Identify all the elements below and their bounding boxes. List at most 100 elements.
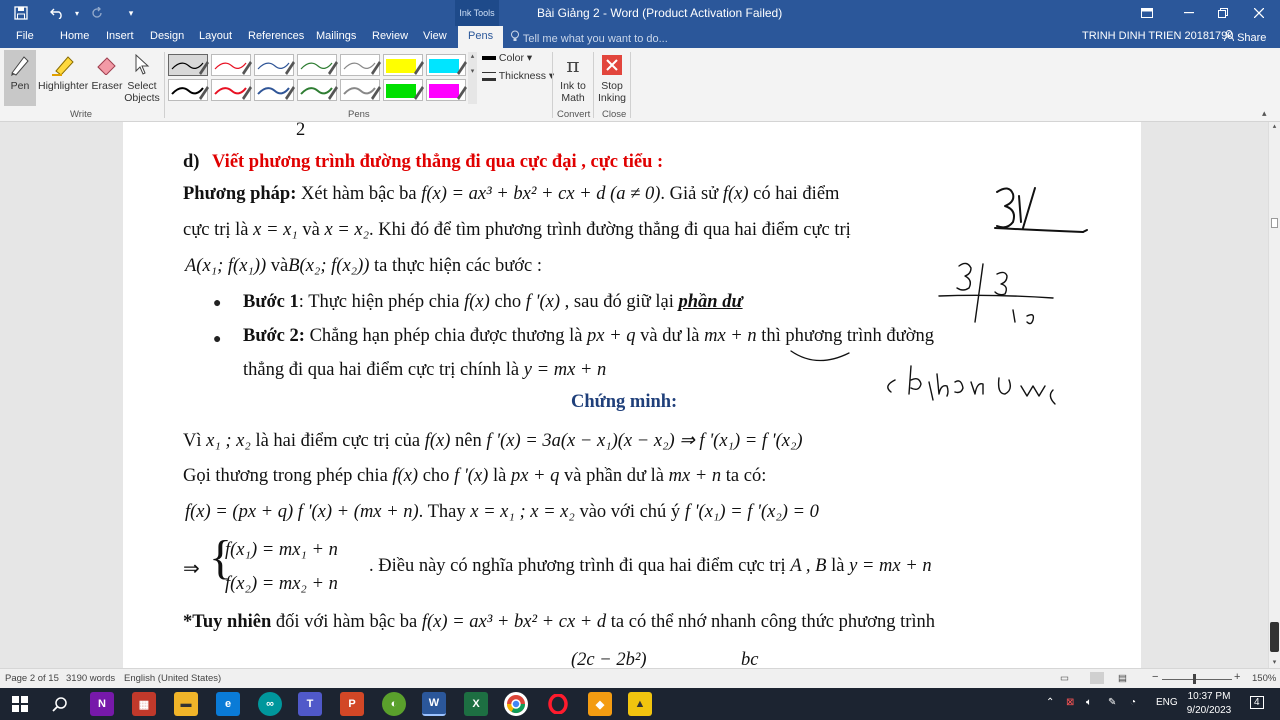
- pen-swatch[interactable]: [340, 54, 381, 76]
- word-count[interactable]: 3190 words: [66, 673, 115, 684]
- zoom-out-icon[interactable]: −: [1152, 671, 1158, 683]
- undo-icon[interactable]: [46, 4, 68, 22]
- search-icon[interactable]: [48, 692, 72, 716]
- language-indicator[interactable]: English (United States): [124, 673, 221, 684]
- system-eq-1: f(x₁) = mx₁ + n: [225, 540, 338, 560]
- step2-mn: mx + n: [704, 326, 757, 346]
- handwritten-ink-annotations[interactable]: [783, 182, 1141, 422]
- goi-pq: px + q: [510, 466, 560, 486]
- print-layout-icon[interactable]: [1090, 672, 1104, 684]
- show-hidden-icons[interactable]: ⌃: [1046, 697, 1054, 708]
- tab-view[interactable]: View: [423, 30, 447, 42]
- volume-icon[interactable]: 🔈︎: [1086, 697, 1092, 708]
- handwritten-underline-arc[interactable]: [787, 347, 857, 367]
- close-icon[interactable]: [1242, 0, 1276, 26]
- excel-icon[interactable]: X: [464, 692, 488, 716]
- pen-swatch[interactable]: [426, 79, 467, 101]
- pen-swatch[interactable]: [383, 54, 424, 76]
- customize-quick-access-icon[interactable]: ▾: [120, 4, 142, 22]
- app-grid-icon[interactable]: ▦: [132, 692, 156, 716]
- lightbulb-icon: [510, 30, 523, 45]
- minimize-icon[interactable]: [1172, 0, 1206, 26]
- pen-swatch[interactable]: [297, 79, 338, 101]
- zoom-slider-track[interactable]: [1162, 679, 1232, 680]
- read-mode-icon[interactable]: ▤: [1118, 673, 1127, 684]
- pen-tray-icon[interactable]: ✎: [1108, 697, 1116, 708]
- scroll-up-icon[interactable]: ▴: [1269, 122, 1280, 130]
- pen-swatch[interactable]: [297, 54, 338, 76]
- tab-mailings[interactable]: Mailings: [316, 30, 356, 42]
- word-icon[interactable]: W: [422, 692, 446, 716]
- vertical-scrollbar[interactable]: ▴ ▾: [1268, 122, 1280, 668]
- file-explorer-icon[interactable]: ▬: [174, 692, 198, 716]
- highlighter-tool-button[interactable]: Highlighter: [38, 50, 88, 106]
- onenote-icon[interactable]: N: [90, 692, 114, 716]
- line2-text-b: . Khi đó để tìm phương trình đường thẳng…: [369, 220, 851, 240]
- pen-tool-button[interactable]: Pen: [4, 50, 36, 106]
- pen-swatch[interactable]: [168, 54, 209, 76]
- pen-swatch[interactable]: [340, 79, 381, 101]
- va-point-text: và: [270, 256, 289, 276]
- collapse-ribbon-icon[interactable]: ▴: [1262, 108, 1267, 119]
- tab-references[interactable]: References: [248, 30, 304, 42]
- bottom-fragment-1: (2c − 2b²): [571, 650, 647, 668]
- pen-swatch[interactable]: [211, 54, 252, 76]
- color-dropdown[interactable]: Color ▾: [482, 52, 532, 64]
- zoom-slider-thumb[interactable]: [1193, 674, 1196, 684]
- tell-me-search[interactable]: Tell me what you want to do...: [510, 30, 668, 45]
- user-account-name[interactable]: TRINH DINH TRIEN 20181790: [1082, 30, 1233, 42]
- document-page[interactable]: 2 d) Viết phương trình đường thẳng đi qu…: [123, 122, 1141, 668]
- save-icon[interactable]: [10, 4, 32, 22]
- pen-swatch[interactable]: [168, 79, 209, 101]
- system-clock[interactable]: 10:37 PM 9/20/2023: [1178, 690, 1240, 718]
- pen-swatch[interactable]: [254, 79, 295, 101]
- zoom-level[interactable]: 150%: [1252, 673, 1276, 684]
- notification-center-icon[interactable]: 4: [1250, 696, 1264, 709]
- network-icon[interactable]: ◔: [1130, 697, 1136, 708]
- ribbon-display-options-icon[interactable]: [1130, 0, 1164, 26]
- tab-pens[interactable]: Pens: [458, 26, 504, 48]
- pen-swatch[interactable]: [211, 79, 252, 101]
- orange-app-icon[interactable]: ◆: [588, 692, 612, 716]
- yellow-app-icon[interactable]: ▲: [628, 692, 652, 716]
- pen-gallery-scroll[interactable]: ▴ ▾: [468, 52, 477, 104]
- tab-design[interactable]: Design: [150, 30, 184, 42]
- ink-to-math-button[interactable]: π Ink to Math: [556, 50, 590, 106]
- scroll-thumb[interactable]: [1271, 218, 1278, 228]
- teams-icon[interactable]: T: [298, 692, 322, 716]
- focus-mode-icon[interactable]: ▭: [1060, 673, 1069, 684]
- thickness-dropdown[interactable]: Thickness ▾: [482, 70, 554, 82]
- scroll-down-icon[interactable]: ▾: [1269, 658, 1280, 666]
- stop-inking-button[interactable]: Stop Inking: [596, 50, 628, 106]
- step2-pq: px + q: [587, 326, 636, 346]
- tab-home[interactable]: Home: [60, 30, 89, 42]
- tab-file[interactable]: File: [16, 30, 34, 42]
- undo-dropdown-icon[interactable]: ▾: [66, 4, 88, 22]
- arduino-icon[interactable]: ∞: [258, 692, 282, 716]
- fx-symbol: f(x): [722, 184, 749, 204]
- pen-swatch[interactable]: [383, 79, 424, 101]
- share-button[interactable]: Share: [1224, 30, 1266, 44]
- pen-swatch[interactable]: [426, 54, 467, 76]
- windows-start-icon[interactable]: [8, 692, 32, 716]
- page-count[interactable]: Page 2 of 15: [5, 673, 59, 684]
- tab-review[interactable]: Review: [372, 30, 408, 42]
- pen-swatch[interactable]: [254, 54, 295, 76]
- language-label[interactable]: ENG: [1156, 697, 1178, 708]
- opera-icon[interactable]: [546, 692, 570, 716]
- zoom-in-icon[interactable]: +: [1234, 671, 1240, 683]
- edge-icon[interactable]: e: [216, 692, 240, 716]
- tab-layout[interactable]: Layout: [199, 30, 232, 42]
- notification-count: 4: [1254, 697, 1260, 708]
- green-app-icon[interactable]: ◐: [382, 692, 406, 716]
- powerpoint-icon[interactable]: P: [340, 692, 364, 716]
- tab-insert[interactable]: Insert: [106, 30, 134, 42]
- pen-icon: [4, 50, 36, 80]
- select-objects-label-1: Select: [127, 80, 157, 92]
- scroll-position-marker[interactable]: [1270, 622, 1279, 652]
- security-icon[interactable]: ⊠: [1066, 697, 1074, 708]
- select-objects-button[interactable]: Select Objects: [124, 50, 160, 106]
- eraser-tool-button[interactable]: Eraser: [90, 50, 124, 106]
- restore-icon[interactable]: [1206, 0, 1240, 26]
- chrome-icon[interactable]: [504, 692, 528, 716]
